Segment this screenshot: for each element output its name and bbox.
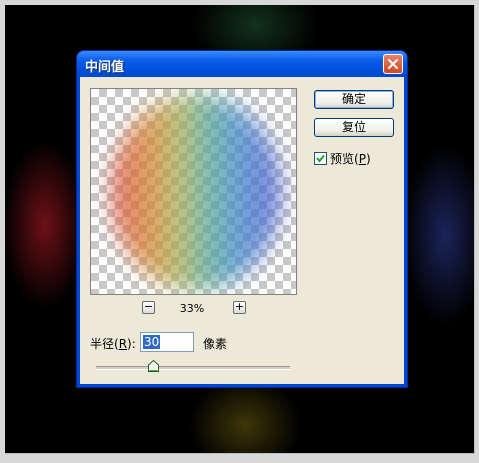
preview-checkbox[interactable] (314, 152, 327, 165)
median-filter-dialog: 中间值 − 33% + 确定 复位 预览(P) 半径(R): 30 像素 (77, 51, 407, 387)
radius-slider-thumb[interactable] (148, 360, 159, 372)
close-icon (388, 59, 398, 69)
preview-checkbox-label[interactable]: 预览(P) (330, 150, 371, 167)
zoom-level: 33% (179, 302, 205, 315)
filter-preview[interactable] (90, 88, 297, 295)
ok-button[interactable]: 确定 (314, 90, 394, 109)
radius-value: 30 (143, 335, 161, 349)
dialog-body: − 33% + 确定 复位 预览(P) 半径(R): 30 像素 (80, 77, 404, 384)
preview-image (111, 95, 281, 290)
dialog-titlebar[interactable]: 中间值 (77, 51, 407, 77)
radius-unit-label: 像素 (203, 337, 228, 351)
radius-slider-track[interactable] (96, 366, 290, 370)
close-button[interactable] (383, 54, 403, 74)
zoom-in-button[interactable]: + (233, 301, 246, 314)
zoom-out-button[interactable]: − (142, 301, 155, 314)
radius-input[interactable]: 30 (140, 332, 194, 352)
radius-label: 半径(R): (90, 337, 136, 351)
reset-button[interactable]: 复位 (314, 118, 394, 137)
checkmark-icon (316, 154, 325, 163)
dialog-title: 中间值 (85, 60, 125, 75)
